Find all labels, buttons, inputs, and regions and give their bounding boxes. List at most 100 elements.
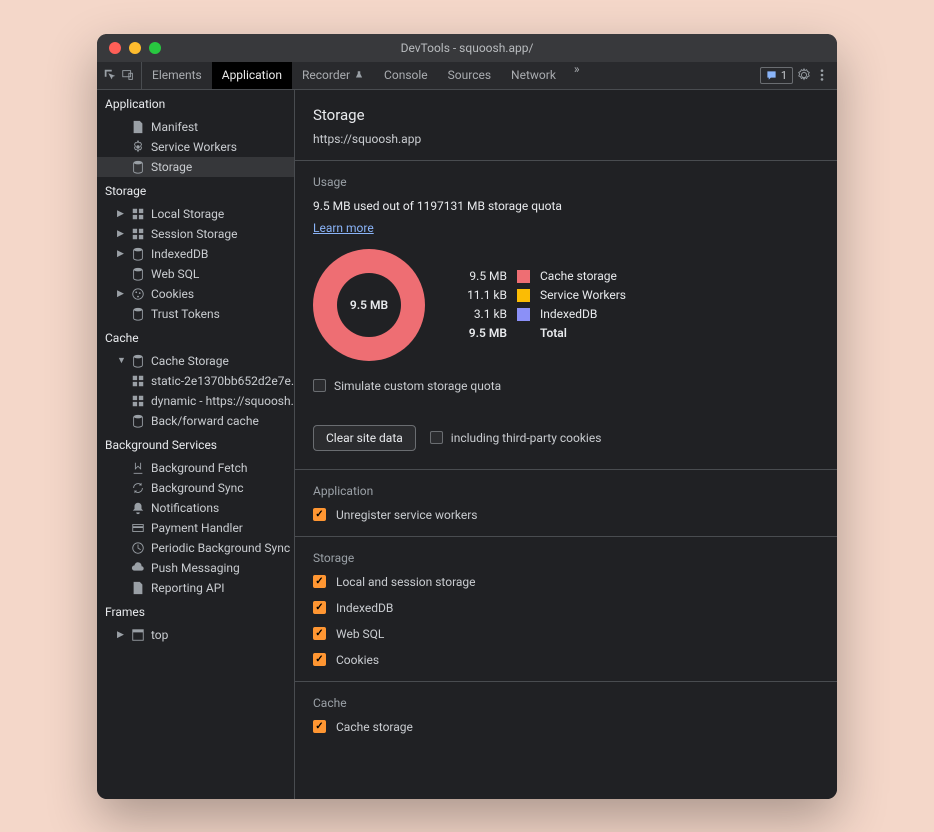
sidebar-item-bfcache[interactable]: Back/forward cache: [97, 411, 294, 431]
clear-storage-section: Storage Local and session storage Indexe…: [295, 536, 837, 681]
indexeddb-checkbox[interactable]: [313, 601, 326, 614]
toolbar: Elements Application Recorder Console So…: [97, 62, 837, 90]
section-heading: Storage: [313, 551, 819, 565]
device-toggle-icon[interactable]: [121, 68, 135, 82]
file-icon: [131, 120, 145, 134]
gear-icon: [131, 140, 145, 154]
cache-storage-checkbox[interactable]: [313, 720, 326, 733]
usage-section: Usage 9.5 MB used out of 1197131 MB stor…: [295, 160, 837, 407]
donut-center-label: 9.5 MB: [313, 249, 425, 361]
main-panel: Storage https://squoosh.app Usage 9.5 MB…: [295, 90, 837, 799]
sidebar-item-cookies[interactable]: ▶Cookies: [97, 284, 294, 304]
sidebar-item-frame-top[interactable]: ▶top: [97, 625, 294, 645]
third-party-label: including third-party cookies: [451, 431, 602, 445]
sidebar-item-cache-dynamic[interactable]: dynamic - https://squoosh…: [97, 391, 294, 411]
clear-site-data-button[interactable]: Clear site data: [313, 425, 416, 451]
usage-heading: Usage: [313, 175, 819, 189]
card-icon: [131, 521, 145, 535]
sidebar-item-storage[interactable]: Storage: [97, 157, 294, 177]
sidebar-item-service-workers[interactable]: Service Workers: [97, 137, 294, 157]
settings-icon[interactable]: [797, 68, 811, 82]
grid-icon: [131, 227, 145, 241]
sync-icon: [131, 481, 145, 495]
minimize-icon[interactable]: [129, 42, 141, 54]
websql-checkbox[interactable]: [313, 627, 326, 640]
tab-console[interactable]: Console: [374, 62, 438, 89]
simulate-quota-checkbox[interactable]: [313, 379, 326, 392]
close-icon[interactable]: [109, 42, 121, 54]
section-heading: Application: [313, 484, 819, 498]
database-icon: [131, 354, 145, 368]
issues-badge[interactable]: 1: [760, 67, 793, 84]
clock-icon: [131, 541, 145, 555]
bell-icon: [131, 501, 145, 515]
sidebar-item-cache-storage[interactable]: ▼Cache Storage: [97, 351, 294, 371]
tab-application[interactable]: Application: [212, 62, 292, 89]
sidebar-item-payment[interactable]: Payment Handler: [97, 518, 294, 538]
flask-icon: [354, 70, 364, 80]
window-title: DevTools - squoosh.app/: [401, 41, 534, 55]
cookies-checkbox[interactable]: [313, 653, 326, 666]
cookie-icon: [131, 287, 145, 301]
toolbar-left: [97, 62, 142, 89]
tab-network[interactable]: Network: [501, 62, 566, 89]
traffic-lights: [109, 42, 161, 54]
sidebar-item-reporting[interactable]: Reporting API: [97, 578, 294, 598]
third-party-checkbox[interactable]: [430, 431, 443, 444]
kebab-icon[interactable]: [815, 68, 829, 82]
swatch-icon: [517, 270, 530, 283]
sidebar-item-trust-tokens[interactable]: Trust Tokens: [97, 304, 294, 324]
panel-tabs: Elements Application Recorder Console So…: [142, 62, 588, 89]
group-frames-heading: Frames: [97, 598, 294, 625]
sidebar-item-session-storage[interactable]: ▶Session Storage: [97, 224, 294, 244]
sidebar-item-periodic-sync[interactable]: Periodic Background Sync: [97, 538, 294, 558]
clear-application-section: Application Unregister service workers: [295, 469, 837, 536]
maximize-icon[interactable]: [149, 42, 161, 54]
sidebar-item-push[interactable]: Push Messaging: [97, 558, 294, 578]
tab-sources[interactable]: Sources: [438, 62, 501, 89]
tab-recorder[interactable]: Recorder: [292, 62, 374, 89]
tab-elements[interactable]: Elements: [142, 62, 212, 89]
local-session-checkbox[interactable]: [313, 575, 326, 588]
sidebar-item-cache-static[interactable]: static-2e1370bb652d2e7e…: [97, 371, 294, 391]
swatch-icon: [517, 289, 530, 302]
database-icon: [131, 247, 145, 261]
clear-row: Clear site data including third-party co…: [295, 407, 837, 469]
option-row: Unregister service workers: [313, 508, 819, 522]
element-picker-icon[interactable]: [103, 68, 117, 82]
unregister-sw-checkbox[interactable]: [313, 508, 326, 521]
cloud-icon: [131, 561, 145, 575]
option-row: IndexedDB: [313, 601, 819, 615]
file-icon: [131, 581, 145, 595]
option-row: Cache storage: [313, 720, 819, 734]
page-title: Storage: [313, 106, 819, 124]
group-application-heading: Application: [97, 90, 294, 117]
sidebar-item-indexeddb[interactable]: ▶IndexedDB: [97, 244, 294, 264]
sidebar-item-websql[interactable]: Web SQL: [97, 264, 294, 284]
learn-more-link[interactable]: Learn more: [313, 221, 374, 235]
group-bg-heading: Background Services: [97, 431, 294, 458]
devtools-window: DevTools - squoosh.app/ Elements Applica…: [97, 34, 837, 799]
more-tabs-icon[interactable]: »: [566, 62, 588, 89]
sidebar-item-bg-sync[interactable]: Background Sync: [97, 478, 294, 498]
origin-url: https://squoosh.app: [313, 132, 819, 146]
body: Application Manifest Service Workers Sto…: [97, 90, 837, 799]
group-storage-heading: Storage: [97, 177, 294, 204]
option-row: Cookies: [313, 653, 819, 667]
usage-summary: 9.5 MB used out of 1197131 MB storage qu…: [313, 199, 819, 213]
frame-icon: [131, 628, 145, 642]
main-header: Storage https://squoosh.app: [295, 90, 837, 160]
sidebar-item-notifications[interactable]: Notifications: [97, 498, 294, 518]
legend-row: 11.1 kBService Workers: [453, 288, 626, 302]
usage-legend: 9.5 MBCache storage 11.1 kBService Worke…: [453, 269, 626, 340]
option-row: Local and session storage: [313, 575, 819, 589]
database-icon: [131, 160, 145, 174]
database-icon: [131, 307, 145, 321]
grid-icon: [131, 207, 145, 221]
clear-cache-section: Cache Cache storage: [295, 681, 837, 748]
sidebar-item-bg-fetch[interactable]: Background Fetch: [97, 458, 294, 478]
toolbar-right: 1: [760, 67, 837, 84]
sidebar-item-manifest[interactable]: Manifest: [97, 117, 294, 137]
sidebar-item-local-storage[interactable]: ▶Local Storage: [97, 204, 294, 224]
grid-icon: [131, 394, 145, 408]
